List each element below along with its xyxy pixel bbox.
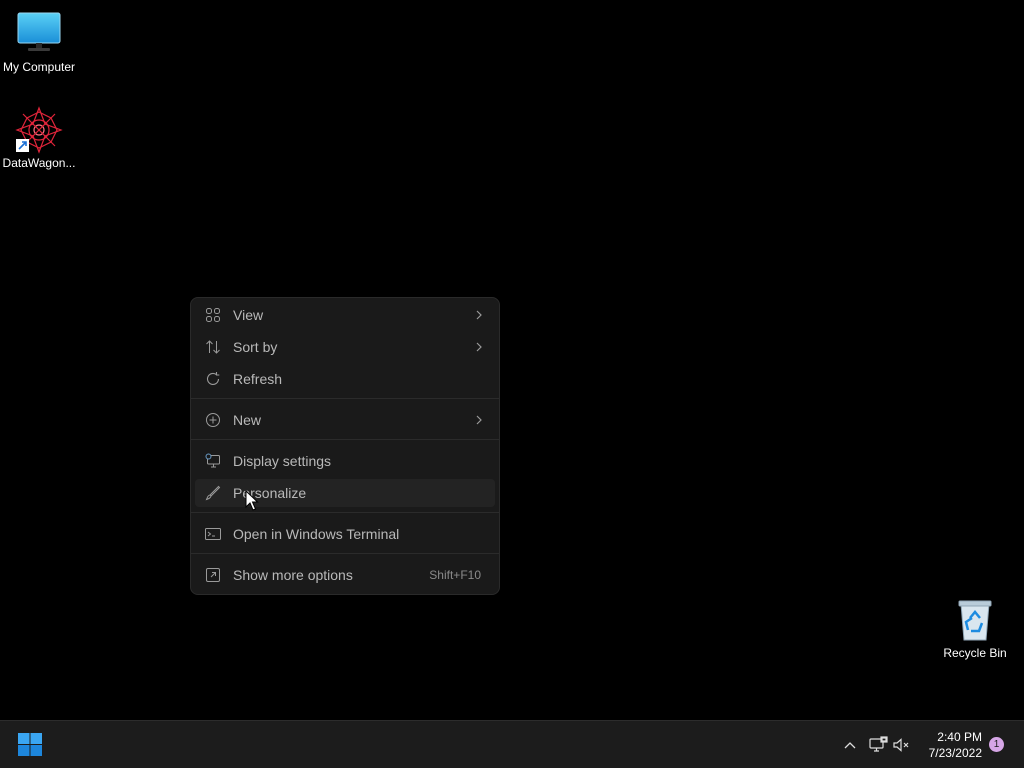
- menu-item-label: View: [233, 307, 264, 323]
- desktop-icon-label: My Computer: [2, 60, 76, 74]
- desktop-icon-label: Recycle Bin: [943, 646, 1007, 660]
- clock-date: 7/23/2022: [928, 746, 982, 760]
- display-settings-icon: [205, 453, 221, 469]
- menu-item-label: Sort by: [233, 339, 278, 355]
- menu-separator: [191, 439, 499, 440]
- taskbar: 2:40 PM 7/23/2022 1: [0, 720, 1024, 768]
- desktop-icon-my-computer[interactable]: My Computer: [0, 10, 78, 75]
- network-icon[interactable]: [868, 735, 888, 755]
- refresh-icon: [205, 371, 221, 387]
- recycle-bin-icon: [951, 596, 999, 644]
- menu-item-shortcut: Shift+F10: [429, 568, 481, 582]
- menu-item-label: New: [233, 412, 262, 428]
- chevron-up-icon[interactable]: [840, 735, 860, 755]
- desktop-icon-datawagon[interactable]: DataWagon...: [0, 106, 78, 171]
- menu-item-label: Display settings: [233, 453, 332, 469]
- menu-separator: [191, 553, 499, 554]
- menu-item-personalize[interactable]: Personalize: [195, 479, 495, 507]
- new-plus-icon: [205, 412, 221, 428]
- volume-muted-icon[interactable]: [891, 735, 911, 755]
- monitor-icon: [15, 10, 63, 58]
- windows-logo-icon: [18, 733, 42, 756]
- menu-item-label: Show more options: [233, 567, 353, 583]
- clock-time: 2:40 PM: [937, 730, 982, 744]
- desktop-context-menu: View Sort by Refresh New Display setting…: [190, 297, 500, 595]
- datawagon-app-icon: [15, 106, 63, 154]
- taskbar-clock[interactable]: 2:40 PM 7/23/2022: [929, 729, 982, 761]
- menu-item-label: Refresh: [233, 371, 283, 387]
- menu-separator: [191, 512, 499, 513]
- menu-item-refresh[interactable]: Refresh: [195, 365, 495, 393]
- mouse-cursor-icon: [245, 489, 259, 512]
- sort-icon: [205, 339, 221, 355]
- chevron-right-icon: [475, 308, 483, 322]
- start-button[interactable]: [16, 732, 44, 758]
- chevron-right-icon: [475, 413, 483, 427]
- chevron-right-icon: [475, 340, 483, 354]
- terminal-icon: [205, 526, 221, 542]
- menu-item-open-terminal[interactable]: Open in Windows Terminal: [195, 520, 495, 548]
- menu-item-label: Personalize: [233, 485, 307, 501]
- menu-item-label: Open in Windows Terminal: [233, 526, 400, 542]
- menu-item-show-more-options[interactable]: Show more options Shift+F10: [195, 561, 495, 589]
- menu-item-view[interactable]: View: [195, 301, 495, 329]
- personalize-brush-icon: [205, 485, 221, 501]
- desktop-icon-recycle-bin[interactable]: Recycle Bin: [936, 596, 1014, 661]
- desktop[interactable]: My Computer DataWagon... Recycle Bin Vie…: [0, 0, 1024, 720]
- menu-separator: [191, 398, 499, 399]
- menu-item-new[interactable]: New: [195, 406, 495, 434]
- desktop-icon-label: DataWagon...: [2, 156, 76, 170]
- menu-item-display-settings[interactable]: Display settings: [195, 447, 495, 475]
- view-grid-icon: [205, 307, 221, 323]
- show-more-icon: [205, 567, 221, 583]
- menu-item-sort-by[interactable]: Sort by: [195, 333, 495, 361]
- notification-badge[interactable]: 1: [989, 737, 1004, 752]
